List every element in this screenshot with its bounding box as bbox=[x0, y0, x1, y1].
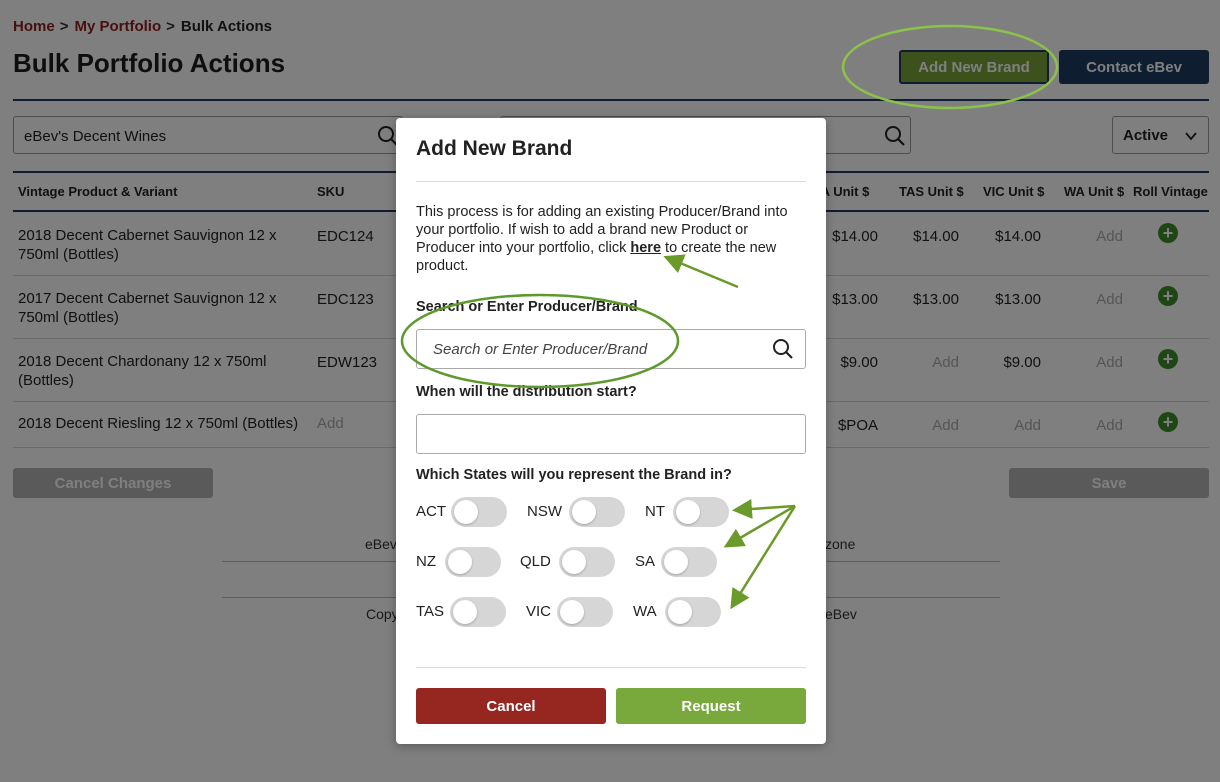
producer-brand-search-field[interactable] bbox=[416, 329, 806, 369]
state-label-nz: NZ bbox=[416, 553, 436, 570]
search-icon[interactable] bbox=[772, 338, 794, 360]
toggle-knob bbox=[448, 550, 472, 574]
state-toggle-sa[interactable] bbox=[661, 547, 717, 577]
producer-brand-label: Search or Enter Producer/Brand bbox=[416, 299, 638, 315]
distribution-start-field[interactable] bbox=[416, 414, 806, 454]
toggle-knob bbox=[453, 600, 477, 624]
states-label: Which States will you represent the Bran… bbox=[416, 467, 732, 483]
state-toggle-wa[interactable] bbox=[665, 597, 721, 627]
toggle-knob bbox=[562, 550, 586, 574]
add-new-brand-modal: Add New Brand This process is for adding… bbox=[396, 118, 826, 744]
state-toggle-tas[interactable] bbox=[450, 597, 506, 627]
state-label-qld: QLD bbox=[520, 553, 551, 570]
state-toggle-qld[interactable] bbox=[559, 547, 615, 577]
toggle-knob bbox=[668, 600, 692, 624]
state-label-act: ACT bbox=[416, 503, 446, 520]
state-label-sa: SA bbox=[635, 553, 656, 570]
create-product-link[interactable]: here bbox=[630, 240, 661, 256]
state-toggle-nt[interactable] bbox=[673, 497, 729, 527]
producer-brand-search-input[interactable] bbox=[417, 330, 757, 368]
state-label-nt: NT bbox=[645, 503, 665, 520]
cancel-button[interactable]: Cancel bbox=[416, 688, 606, 724]
modal-intro: This process is for adding an existing P… bbox=[416, 203, 808, 275]
state-label-vic: VIC bbox=[526, 603, 552, 620]
toggle-knob bbox=[572, 500, 596, 524]
request-button[interactable]: Request bbox=[616, 688, 806, 724]
toggle-knob bbox=[454, 500, 478, 524]
modal-footer-divider bbox=[416, 667, 806, 668]
toggle-knob bbox=[676, 500, 700, 524]
state-label-tas: TAS bbox=[416, 603, 445, 620]
state-toggle-nz[interactable] bbox=[445, 547, 501, 577]
modal-divider bbox=[416, 181, 806, 182]
state-label-nsw: NSW bbox=[527, 503, 562, 520]
toggle-knob bbox=[664, 550, 688, 574]
distribution-start-label: When will the distribution start? bbox=[416, 384, 637, 400]
state-toggle-nsw[interactable] bbox=[569, 497, 625, 527]
state-toggle-act[interactable] bbox=[451, 497, 507, 527]
modal-title: Add New Brand bbox=[416, 137, 573, 160]
state-toggle-vic[interactable] bbox=[557, 597, 613, 627]
state-label-wa: WA bbox=[633, 603, 657, 620]
toggle-knob bbox=[560, 600, 584, 624]
